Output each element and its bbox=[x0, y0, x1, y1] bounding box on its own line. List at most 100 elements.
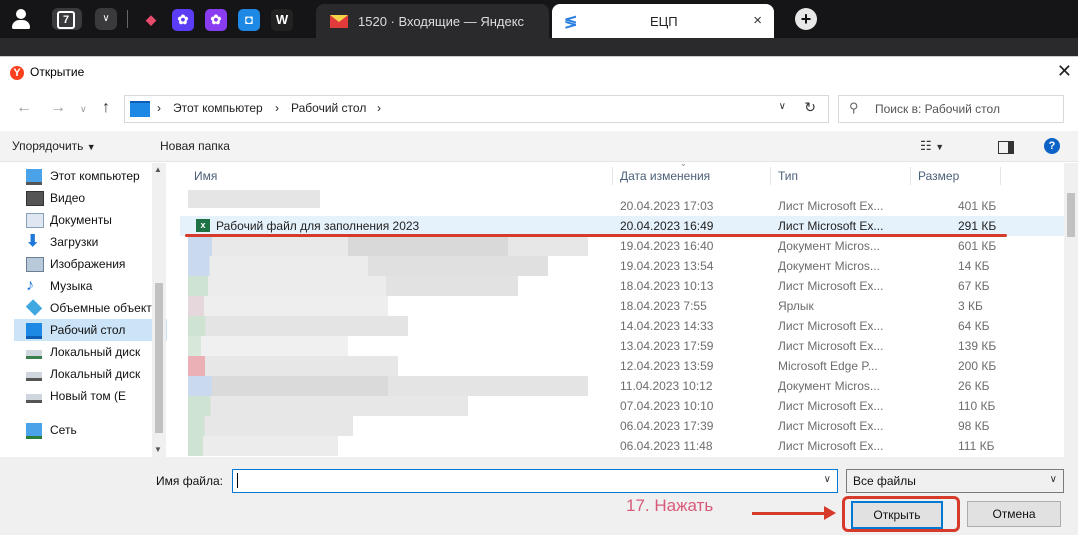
file-row[interactable]: 19.04.2023 16:40 Документ Micros... 601 … bbox=[180, 236, 1064, 256]
drive-icon bbox=[26, 394, 42, 403]
file-row[interactable]: 18.04.2023 7:55 Ярлык 3 КБ bbox=[180, 296, 1064, 316]
nav-item-local-disk[interactable]: Локальный диск bbox=[14, 363, 167, 385]
pinned-tab-icon[interactable]: W bbox=[271, 9, 293, 31]
file-list-header: Имя Дата изменения ⌄ Тип Размер bbox=[180, 159, 1064, 187]
pinned-tab-icon[interactable]: ◘ bbox=[238, 9, 260, 31]
filename-input[interactable]: ∨ bbox=[232, 469, 838, 493]
file-row[interactable]: 19.04.2023 13:54 Документ Micros... 14 К… bbox=[180, 256, 1064, 276]
chevron-down-icon: ∨ bbox=[1049, 474, 1057, 485]
blurred-name bbox=[188, 236, 588, 256]
nav-item-video[interactable]: Видео bbox=[14, 187, 167, 209]
tab-count-button[interactable]: 7 bbox=[52, 8, 82, 30]
nav-item-music[interactable]: ♪ Музыка bbox=[14, 275, 167, 297]
nav-item-3d-objects[interactable]: Объемные объекты bbox=[14, 297, 167, 319]
column-separator[interactable] bbox=[1000, 167, 1001, 185]
file-list-scrollbar[interactable] bbox=[1064, 163, 1078, 457]
yandex-logo-icon: Y bbox=[10, 66, 24, 80]
file-row[interactable]: 12.04.2023 13:59 Microsoft Edge P... 200… bbox=[180, 356, 1064, 376]
file-row[interactable]: 06.04.2023 17:39 Лист Microsoft Ex... 98… bbox=[180, 416, 1064, 436]
file-row-selected[interactable]: x Рабочий файл для заполнения 2023 20.04… bbox=[180, 216, 1064, 236]
nav-item-label: Локальный диск bbox=[50, 367, 141, 381]
tab-active[interactable]: ≶ ЕЦП × bbox=[552, 4, 774, 38]
nav-item-network[interactable]: Сеть bbox=[14, 419, 167, 441]
breadcrumb-item[interactable]: Рабочий стол bbox=[291, 101, 366, 115]
new-folder-button[interactable]: Новая папка bbox=[160, 139, 230, 153]
chevron-down-icon[interactable]: ∨ bbox=[80, 104, 87, 115]
profile-icon[interactable] bbox=[12, 9, 30, 29]
blurred-name bbox=[188, 276, 518, 296]
nav-item-label: Загрузки bbox=[50, 235, 99, 249]
refresh-icon[interactable]: ↻ bbox=[804, 99, 816, 116]
file-type: Лист Microsoft Ex... bbox=[778, 439, 884, 453]
file-size: 26 КБ bbox=[958, 379, 990, 393]
forward-arrow-icon[interactable]: → bbox=[50, 99, 66, 117]
file-row[interactable]: 06.04.2023 11:48 Лист Microsoft Ex... 11… bbox=[180, 436, 1064, 456]
blurred-name bbox=[188, 316, 408, 336]
view-options-icon[interactable]: ☷ ▼ bbox=[920, 138, 944, 154]
nav-item-local-disk[interactable]: Локальный диск bbox=[14, 341, 167, 363]
cancel-button[interactable]: Отмена bbox=[967, 501, 1061, 527]
back-arrow-icon[interactable]: ← bbox=[16, 99, 32, 117]
file-row[interactable]: 14.04.2023 14:33 Лист Microsoft Ex... 64… bbox=[180, 316, 1064, 336]
nav-item-new-volume[interactable]: Новый том (E bbox=[14, 385, 167, 407]
nav-item-label: Рабочий стол bbox=[50, 323, 126, 337]
sort-indicator-icon: ⌄ bbox=[680, 159, 687, 168]
file-type: Лист Microsoft Ex... bbox=[778, 419, 884, 433]
navigation-pane: Этот компьютер Видео Документы ⬇ Загрузк… bbox=[14, 163, 167, 457]
pinned-tab-icon[interactable]: ◆ bbox=[140, 9, 162, 31]
column-date[interactable]: Дата изменения bbox=[620, 169, 710, 183]
column-name[interactable]: Имя bbox=[194, 169, 217, 183]
breadcrumb-item[interactable]: Этот компьютер bbox=[173, 101, 263, 115]
search-input[interactable]: ⚲ Поиск в: Рабочий стол bbox=[838, 95, 1064, 123]
scroll-up-icon[interactable]: ▲ bbox=[154, 165, 162, 174]
file-row[interactable]: 18.04.2023 10:13 Лист Microsoft Ex... 67… bbox=[180, 276, 1064, 296]
scrollbar-thumb[interactable] bbox=[1067, 193, 1075, 237]
chevron-down-icon[interactable]: ∨ bbox=[824, 474, 831, 485]
column-separator[interactable] bbox=[770, 167, 771, 185]
scroll-down-icon[interactable]: ▼ bbox=[154, 445, 162, 454]
annotation-highlight bbox=[842, 496, 960, 532]
up-arrow-icon[interactable]: ↑ bbox=[102, 99, 110, 117]
blurred-name bbox=[188, 256, 548, 276]
filetype-select[interactable]: Все файлы ∨ bbox=[846, 469, 1064, 493]
pinned-tab-icon[interactable]: ✿ bbox=[205, 9, 227, 31]
help-icon[interactable]: ? bbox=[1044, 138, 1060, 154]
file-row[interactable]: 11.04.2023 10:12 Документ Micros... 26 К… bbox=[180, 376, 1064, 396]
file-size: 110 КБ bbox=[958, 399, 996, 413]
column-type[interactable]: Тип bbox=[778, 169, 798, 183]
file-size: 14 КБ bbox=[958, 259, 990, 273]
file-type: Лист Microsoft Ex... bbox=[778, 219, 884, 233]
folder-icon bbox=[130, 101, 150, 117]
column-separator[interactable] bbox=[910, 167, 911, 185]
file-row[interactable]: 07.04.2023 10:10 Лист Microsoft Ex... 11… bbox=[180, 396, 1064, 416]
address-bar[interactable]: › Этот компьютер › Рабочий стол › ∨ ↻ bbox=[124, 95, 829, 123]
pinned-tab-icon[interactable]: ✿ bbox=[172, 9, 194, 31]
nav-scrollbar[interactable]: ▲ ▼ bbox=[152, 163, 166, 457]
close-icon[interactable]: × bbox=[753, 12, 762, 29]
file-size: 401 КБ bbox=[958, 199, 997, 213]
chevron-down-icon[interactable]: ∨ bbox=[95, 8, 117, 30]
nav-item-downloads[interactable]: ⬇ Загрузки bbox=[14, 231, 167, 253]
computer-icon bbox=[26, 169, 42, 185]
nav-item-label: Объемные объекты bbox=[50, 301, 161, 315]
chevron-down-icon[interactable]: ∨ bbox=[779, 101, 786, 112]
file-size: 291 КБ bbox=[958, 219, 997, 233]
new-tab-button[interactable]: + bbox=[795, 8, 817, 30]
file-row[interactable]: 13.04.2023 17:59 Лист Microsoft Ex... 13… bbox=[180, 336, 1064, 356]
file-date: 06.04.2023 11:48 bbox=[620, 439, 713, 453]
file-row[interactable]: 20.04.2023 17:03 Лист Microsoft Ex... 40… bbox=[180, 190, 1064, 216]
nav-item-desktop[interactable]: Рабочий стол bbox=[14, 319, 167, 341]
file-list: 20.04.2023 17:03 Лист Microsoft Ex... 40… bbox=[180, 190, 1064, 456]
organize-label: Упорядочить bbox=[12, 139, 84, 153]
column-size[interactable]: Размер bbox=[918, 169, 959, 183]
tab-yandex-mail[interactable]: 1520 · Входящие — Яндекс bbox=[316, 4, 549, 38]
nav-item-this-pc[interactable]: Этот компьютер bbox=[14, 165, 167, 187]
scrollbar-thumb[interactable] bbox=[155, 283, 163, 433]
nav-item-pictures[interactable]: Изображения bbox=[14, 253, 167, 275]
close-icon[interactable]: ✕ bbox=[1057, 61, 1072, 82]
preview-pane-icon[interactable] bbox=[998, 141, 1014, 154]
nav-item-documents[interactable]: Документы bbox=[14, 209, 167, 231]
organize-button[interactable]: Упорядочить ▼ bbox=[12, 139, 96, 153]
column-separator[interactable] bbox=[612, 167, 613, 185]
tab-title: ЕЦП bbox=[650, 14, 678, 29]
